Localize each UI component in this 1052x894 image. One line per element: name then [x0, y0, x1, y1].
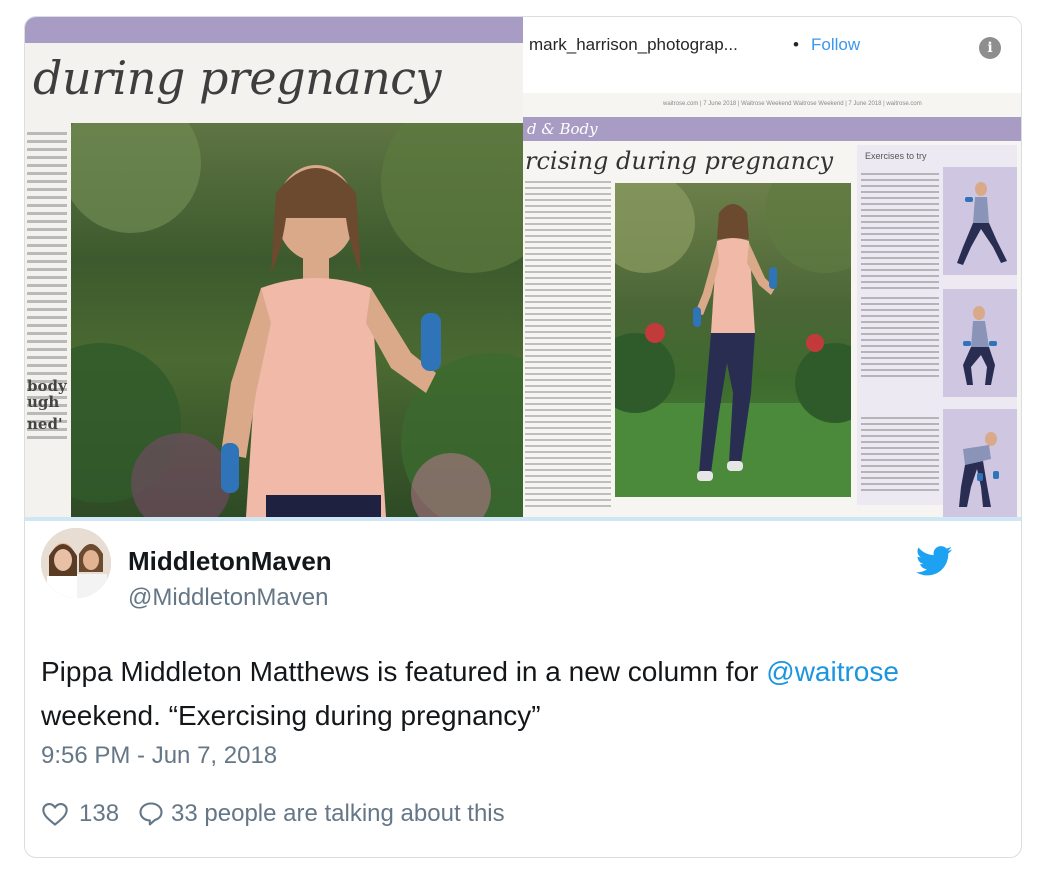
sidebar-exercise-text — [861, 169, 939, 293]
tweet-text-part: Pippa Middleton Matthews is featured in … — [41, 656, 767, 687]
exercise-photo-lunge — [943, 167, 1017, 275]
tweet-media[interactable]: during pregnancy body ugh ned' mark_harr… — [25, 17, 1021, 517]
sidebar-exercise-text — [861, 413, 939, 495]
magazine-photo-full-body — [615, 183, 851, 497]
tweet-text-part: weekend. “Exercising during pregnancy” — [41, 700, 541, 731]
speech-bubble-icon[interactable] — [137, 800, 165, 828]
instagram-header: mark_harrison_photograp... • Follow i — [523, 17, 1021, 71]
tweet-actions: 138 33 people are talking about this — [41, 798, 523, 830]
magazine-topline: waitrose.com | 7 June 2018 | Waitrose We… — [663, 101, 922, 107]
instagram-post[interactable]: mark_harrison_photograp... • Follow i wa… — [523, 17, 1021, 517]
display-name[interactable]: MiddletonMaven — [128, 546, 332, 577]
magazine-section-title: d & Body — [527, 120, 598, 138]
user-handle[interactable]: @MiddletonMaven — [128, 584, 328, 612]
media-divider — [25, 517, 1021, 521]
heart-icon[interactable] — [41, 800, 69, 828]
instagram-follow-button[interactable]: Follow — [811, 35, 860, 55]
exercise-photo-reverse-flyes — [943, 409, 1017, 517]
sidebar-exercise-text — [861, 293, 939, 381]
magazine-header-bar — [25, 17, 523, 43]
tweet-text: Pippa Middleton Matthews is featured in … — [41, 650, 971, 738]
magazine-pullquote-word: ned' — [27, 415, 63, 433]
sidebar-title: Exercises to try — [865, 151, 927, 161]
avatar[interactable] — [41, 528, 111, 598]
instagram-username[interactable]: mark_harrison_photograp... — [529, 35, 738, 55]
separator-dot: • — [793, 35, 799, 54]
twitter-bird-icon[interactable] — [916, 546, 952, 576]
magazine-article-title: rcising during pregnancy — [525, 147, 834, 175]
magazine-pullquote-word: ugh — [27, 393, 60, 411]
exercise-photo-squat — [943, 289, 1017, 397]
mention-link[interactable]: @waitrose — [766, 656, 899, 687]
reply-summary[interactable]: 33 people are talking about this — [171, 800, 505, 828]
info-icon[interactable]: i — [979, 37, 1001, 59]
magazine-photo-large — [71, 123, 523, 517]
tweet-timestamp[interactable]: 9:56 PM - Jun 7, 2018 — [41, 742, 277, 770]
like-count[interactable]: 138 — [79, 800, 119, 828]
magazine-article-text — [525, 177, 611, 517]
magazine-text-column — [27, 127, 67, 517]
magazine-scan-left: during pregnancy body ugh ned' — [25, 17, 523, 517]
magazine-headline: during pregnancy — [33, 51, 442, 105]
